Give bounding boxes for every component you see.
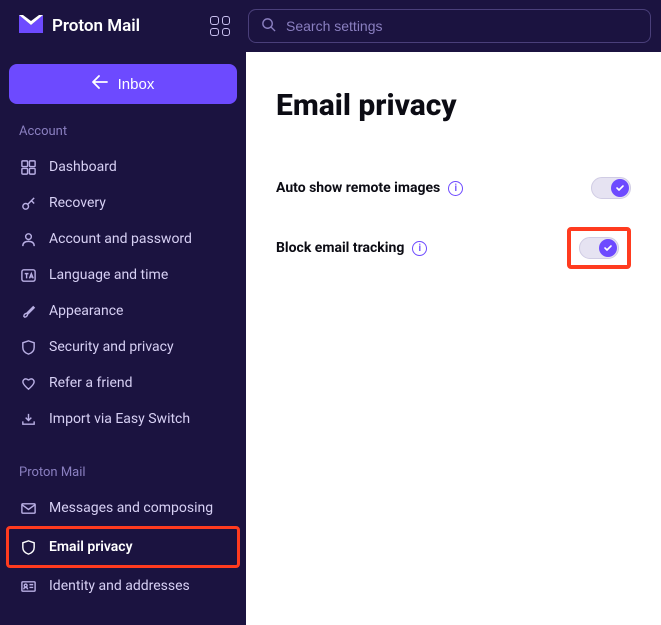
- setting-block-tracking: Block email tracking i: [276, 227, 631, 269]
- sidebar-item-recovery[interactable]: Recovery: [9, 185, 237, 221]
- highlight-block-tracking-toggle: [567, 227, 631, 269]
- language-icon: [19, 266, 37, 284]
- check-icon: [611, 179, 629, 197]
- sidebar-item-label: Appearance: [49, 303, 123, 319]
- toggle-block-tracking[interactable]: [579, 237, 619, 259]
- sidebar-item-security[interactable]: Security and privacy: [9, 329, 237, 365]
- inbox-button-label: Inbox: [118, 76, 155, 93]
- sidebar-item-messages[interactable]: Messages and composing: [9, 490, 237, 526]
- inbox-button[interactable]: Inbox: [9, 64, 237, 104]
- brush-icon: [19, 302, 37, 320]
- brand-logo[interactable]: Proton Mail: [18, 13, 198, 39]
- sidebar-item-label: Messages and composing: [49, 500, 213, 516]
- id-card-icon: [19, 577, 37, 595]
- sidebar-item-label: Language and time: [49, 267, 168, 283]
- envelope-icon: [19, 499, 37, 517]
- shield-icon: [19, 338, 37, 356]
- check-icon: [599, 239, 617, 257]
- user-icon: [19, 230, 37, 248]
- heart-icon: [19, 374, 37, 392]
- sidebar-item-label: Account and password: [49, 231, 192, 247]
- sidebar-item-refer[interactable]: Refer a friend: [9, 365, 237, 401]
- key-icon: [19, 194, 37, 212]
- sidebar-item-identity[interactable]: Identity and addresses: [9, 568, 237, 604]
- main-panel: Email privacy Auto show remote images i …: [246, 52, 661, 625]
- sidebar-item-label: Dashboard: [49, 159, 117, 175]
- section-label-protonmail: Proton Mail: [9, 461, 237, 484]
- info-icon[interactable]: i: [412, 241, 427, 256]
- brand-name: Proton Mail: [52, 16, 140, 36]
- search-input[interactable]: [286, 18, 638, 34]
- sidebar-item-import[interactable]: Import via Easy Switch: [9, 401, 237, 437]
- arrow-left-icon: [92, 75, 108, 93]
- section-label-account: Account: [9, 120, 237, 143]
- sidebar-item-label: Import via Easy Switch: [49, 411, 190, 427]
- shield-icon: [19, 538, 37, 556]
- sidebar-item-account-password[interactable]: Account and password: [9, 221, 237, 257]
- proton-logo-icon: [18, 13, 44, 39]
- search-icon: [261, 17, 276, 36]
- sidebar: Inbox Account Dashboard Recovery Account…: [0, 52, 246, 625]
- sidebar-item-label: Recovery: [49, 195, 106, 211]
- toggle-auto-show-images[interactable]: [591, 177, 631, 199]
- sidebar-item-language-time[interactable]: Language and time: [9, 257, 237, 293]
- sidebar-item-appearance[interactable]: Appearance: [9, 293, 237, 329]
- sidebar-item-label: Email privacy: [49, 539, 133, 555]
- page-title: Email privacy: [276, 88, 631, 123]
- topbar: Proton Mail: [0, 0, 661, 52]
- dashboard-icon: [19, 158, 37, 176]
- setting-label: Auto show remote images: [276, 180, 440, 196]
- search-field[interactable]: [248, 9, 651, 43]
- sidebar-item-label: Identity and addresses: [49, 578, 190, 594]
- setting-label: Block email tracking: [276, 240, 404, 256]
- import-icon: [19, 410, 37, 428]
- info-icon[interactable]: i: [448, 181, 463, 196]
- sidebar-item-email-privacy[interactable]: Email privacy: [9, 529, 237, 565]
- sidebar-item-label: Security and privacy: [49, 339, 174, 355]
- sidebar-item-label: Refer a friend: [49, 375, 133, 391]
- highlight-email-privacy: Email privacy: [6, 526, 240, 568]
- sidebar-item-dashboard[interactable]: Dashboard: [9, 149, 237, 185]
- apps-grid-icon[interactable]: [210, 16, 230, 36]
- setting-auto-show-images: Auto show remote images i: [276, 177, 631, 199]
